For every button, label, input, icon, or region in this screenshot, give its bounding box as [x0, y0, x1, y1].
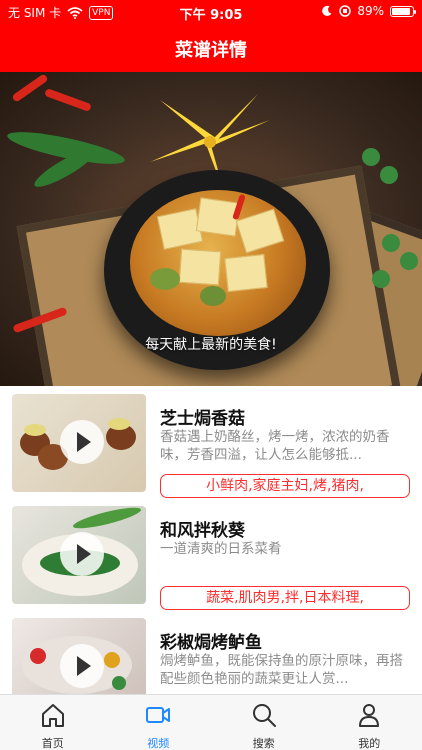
- tab-label: 搜索: [252, 737, 275, 750]
- pea-decoration: [380, 166, 398, 184]
- tab-bar: 首页 视频 搜索 我的: [0, 694, 422, 750]
- tab-home[interactable]: 首页: [0, 695, 106, 750]
- play-icon[interactable]: [60, 532, 104, 576]
- tofu-piece: [178, 248, 222, 286]
- search-icon: [252, 704, 276, 727]
- list-item[interactable]: 芝士焗香菇 香菇遇上奶酪丝，烤一烤，浓浓的奶香味，芳香四溢，让人怎么能够抵...…: [0, 386, 422, 498]
- okra-decoration: [71, 506, 143, 533]
- play-icon[interactable]: [60, 420, 104, 464]
- eggplant-slice: [200, 286, 226, 306]
- recipe-name[interactable]: 芝士焗香菇: [160, 404, 245, 429]
- tab-search[interactable]: 搜索: [211, 695, 317, 750]
- pea-decoration: [382, 234, 400, 252]
- recipe-description: 香菇遇上奶酪丝，烤一烤，浓浓的奶香味，芳香四溢，让人怎么能够抵...: [160, 429, 390, 463]
- battery-percent: 89%: [357, 4, 384, 18]
- pepper-decoration: [112, 676, 126, 690]
- recipe-thumbnail[interactable]: [12, 394, 146, 492]
- eggplant-slice: [150, 268, 180, 290]
- status-bar: 无 SIM 卡 VPN 下午 9:05 89%: [0, 0, 422, 24]
- recipe-description: 一道清爽的日系菜肴: [160, 541, 282, 557]
- recipe-tags: 蔬菜,肌肉男,拌,日本料理,: [160, 586, 410, 610]
- video-icon: [146, 707, 171, 723]
- recipe-description: 焗烤鲈鱼，既能保持鱼的原汁原味，再搭配些颜色艳丽的蔬菜更让人赏...: [160, 653, 403, 687]
- recipe-thumbnail[interactable]: [12, 618, 146, 694]
- tofu-piece: [224, 254, 268, 292]
- recipe-name[interactable]: 彩椒焗烤鲈鱼: [160, 628, 262, 653]
- pepper-decoration: [104, 652, 120, 668]
- cheese-decoration: [24, 424, 46, 436]
- play-icon[interactable]: [60, 644, 104, 688]
- tab-label: 首页: [41, 737, 64, 750]
- tab-profile[interactable]: 我的: [317, 695, 422, 750]
- recipe-list: 芝士焗香菇 香菇遇上奶酪丝，烤一烤，浓浓的奶香味，芳香四溢，让人怎么能够抵...…: [0, 386, 422, 694]
- tab-label: 视频: [147, 737, 170, 750]
- list-item[interactable]: 和风拌秋葵 一道清爽的日系菜肴 蔬菜,肌肉男,拌,日本料理,: [0, 498, 422, 610]
- list-item[interactable]: 彩椒焗烤鲈鱼 焗烤鲈鱼，既能保持鱼的原汁原味，再搭配些颜色艳丽的蔬菜更让人赏..…: [0, 610, 422, 694]
- chili-decoration: [44, 88, 92, 112]
- page-title: 菜谱详情: [175, 40, 247, 61]
- moon-icon: [322, 5, 332, 16]
- lock-rotation-icon: [339, 5, 352, 17]
- pea-decoration: [362, 148, 380, 166]
- recipe-name[interactable]: 和风拌秋葵: [160, 516, 245, 541]
- cheese-decoration: [108, 418, 130, 430]
- recipe-thumbnail[interactable]: [12, 506, 146, 604]
- chili-decoration: [11, 73, 49, 103]
- hero-banner[interactable]: 每天献上最新的美食!: [0, 72, 422, 386]
- hero-caption: 每天献上最新的美食!: [145, 337, 277, 353]
- home-icon: [41, 704, 64, 727]
- header-bar: 无 SIM 卡 VPN 下午 9:05 89% 菜谱详情: [0, 0, 422, 72]
- battery-icon: [390, 5, 416, 17]
- pea-decoration: [400, 252, 418, 270]
- tab-video[interactable]: 视频: [106, 695, 212, 750]
- recipe-tags: 小鲜肉,家庭主妇,烤,猪肉,: [160, 474, 410, 498]
- pepper-decoration: [30, 648, 46, 664]
- pea-decoration: [372, 270, 390, 288]
- profile-icon: [359, 704, 380, 727]
- tab-label: 我的: [358, 737, 381, 750]
